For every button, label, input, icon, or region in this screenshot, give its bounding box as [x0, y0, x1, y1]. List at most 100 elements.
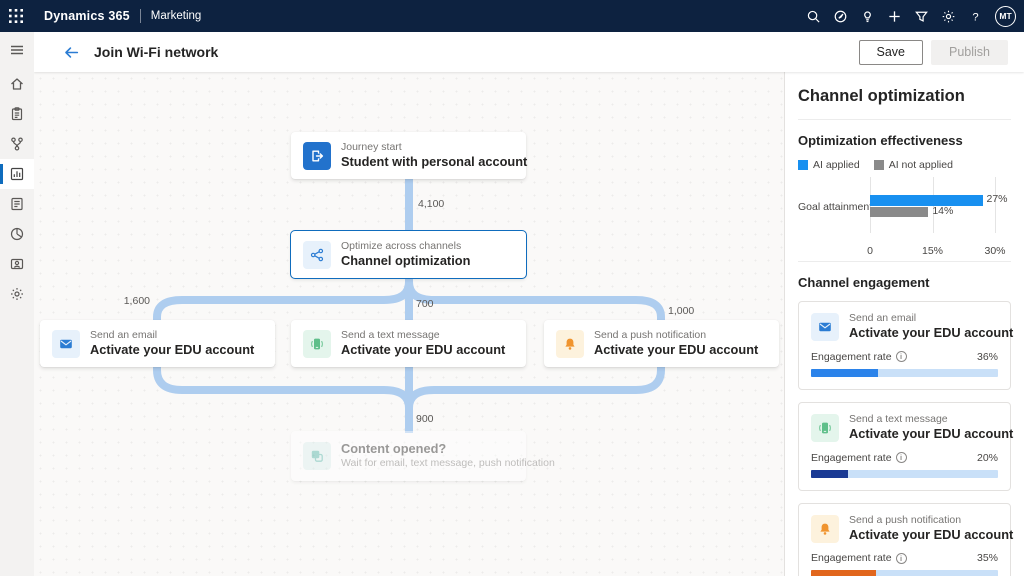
filter-icon[interactable]: [908, 0, 935, 32]
legend-item-ai-applied: AI applied: [798, 159, 860, 171]
compass-icon[interactable]: [827, 0, 854, 32]
node-subtitle: Wait for email, text message, push notif…: [341, 457, 514, 470]
nav-divider: [140, 9, 141, 23]
bar-ai-not-applied: [870, 207, 928, 217]
progress-track: [811, 369, 998, 377]
metric-value: 36%: [977, 351, 998, 363]
wait-condition-icon: [303, 442, 331, 470]
sidebar-item-home[interactable]: [0, 69, 34, 99]
card-kind: Send a text message: [849, 413, 998, 426]
axis-tick: 15%: [922, 245, 943, 257]
node-send-push-notification[interactable]: Send a push notification Activate your E…: [544, 320, 779, 367]
node-title: Activate your EDU account: [594, 342, 758, 358]
info-icon[interactable]: i: [896, 351, 907, 362]
email-icon: [52, 330, 80, 358]
sidebar-item-journeys[interactable]: [0, 129, 34, 159]
card-kind: Send an email: [849, 312, 998, 325]
chart-plot-area: 27% 14% 0 15% 30%: [870, 177, 995, 233]
node-kind: Journey start: [341, 141, 514, 154]
axis-tick: 0: [867, 245, 873, 257]
panel-divider: [798, 261, 1011, 262]
metric-value: 35%: [977, 552, 998, 564]
help-icon[interactable]: ?: [962, 0, 989, 32]
text-message-icon: [303, 330, 331, 358]
legend-label: AI applied: [813, 159, 860, 171]
bar-value-label: 27%: [987, 193, 1008, 205]
journey-header: Join Wi-Fi network Save Publish: [34, 32, 1024, 72]
search-icon[interactable]: [800, 0, 827, 32]
engagement-card-sms[interactable]: Send a text message Activate your EDU ac…: [798, 402, 1011, 491]
optimize-channels-icon: [303, 241, 331, 269]
card-title: Activate your EDU account: [849, 426, 998, 442]
engagement-heading: Channel engagement: [798, 275, 1011, 290]
text-message-icon: [811, 414, 839, 442]
legend-label: AI not applied: [889, 159, 953, 171]
axis-tick: 30%: [984, 245, 1005, 257]
engagement-card-push[interactable]: Send a push notification Activate your E…: [798, 503, 1011, 576]
node-channel-optimization[interactable]: Optimize across channels Channel optimiz…: [291, 231, 526, 278]
progress-fill: [811, 570, 876, 576]
waffle-icon[interactable]: [0, 0, 32, 32]
add-icon[interactable]: [881, 0, 908, 32]
card-title: Activate your EDU account: [849, 527, 998, 543]
top-navigation: Dynamics 365 Marketing: [0, 0, 1024, 32]
edge-label-sms: 700: [416, 298, 434, 310]
node-title: Content opened?: [341, 441, 514, 457]
node-kind: Send a push notification: [594, 329, 758, 342]
legend-item-ai-not-applied: AI not applied: [874, 159, 953, 171]
sidebar-item-contacts[interactable]: [0, 249, 34, 279]
sidebar: [0, 32, 34, 576]
metric-label: Engagement rate: [811, 552, 892, 564]
edge-label-email: 1,600: [92, 295, 150, 307]
menu-icon[interactable]: [0, 35, 34, 65]
node-content-opened[interactable]: Content opened? Wait for email, text mes…: [291, 431, 526, 481]
node-kind: Optimize across channels: [341, 240, 470, 253]
panel-divider: [798, 119, 1011, 120]
push-notification-icon: [556, 330, 584, 358]
lightbulb-icon[interactable]: [854, 0, 881, 32]
edge-label-wait: 900: [416, 413, 434, 425]
journey-canvas[interactable]: 4,100 1,600 700 1,000 900 Journey start …: [34, 72, 784, 576]
sidebar-item-settings[interactable]: [0, 279, 34, 309]
settings-gear-icon[interactable]: [935, 0, 962, 32]
node-title: Activate your EDU account: [341, 342, 505, 358]
metric-value: 20%: [977, 452, 998, 464]
node-title: Activate your EDU account: [90, 342, 254, 358]
user-avatar[interactable]: MT: [995, 6, 1016, 27]
gridline: [995, 177, 996, 233]
node-title: Channel optimization: [341, 253, 470, 269]
edge-label-start: 4,100: [418, 198, 444, 210]
email-icon: [811, 313, 839, 341]
area-switcher[interactable]: Marketing: [151, 10, 202, 22]
node-title: Student with personal account: [341, 154, 514, 170]
engagement-card-email[interactable]: Send an email Activate your EDU account …: [798, 301, 1011, 390]
node-send-email[interactable]: Send an email Activate your EDU account: [40, 320, 275, 367]
sidebar-item-tasks[interactable]: [0, 99, 34, 129]
channel-optimization-panel: Channel optimization Optimization effect…: [784, 72, 1024, 576]
card-kind: Send a push notification: [849, 514, 998, 527]
app-title[interactable]: Dynamics 365: [44, 9, 130, 23]
bar-value-label: 14%: [932, 205, 953, 217]
publish-button[interactable]: Publish: [931, 40, 1008, 65]
chart-legend: AI applied AI not applied: [798, 159, 1011, 171]
node-kind: Send a text message: [341, 329, 505, 342]
info-icon[interactable]: i: [896, 553, 907, 564]
sidebar-item-segments[interactable]: [0, 219, 34, 249]
progress-track: [811, 470, 998, 478]
svg-text:?: ?: [972, 11, 978, 23]
legend-swatch-gray: [874, 160, 884, 170]
progress-track: [811, 570, 998, 576]
metric-label: Engagement rate: [811, 351, 892, 363]
effectiveness-heading: Optimization effectiveness: [798, 133, 1011, 148]
progress-fill: [811, 470, 848, 478]
node-journey-start[interactable]: Journey start Student with personal acco…: [291, 132, 526, 179]
node-send-text-message[interactable]: Send a text message Activate your EDU ac…: [291, 320, 526, 367]
legend-swatch-blue: [798, 160, 808, 170]
back-arrow-icon[interactable]: [60, 41, 82, 63]
panel-title: Channel optimization: [798, 87, 1011, 106]
sidebar-item-analytics[interactable]: [0, 159, 34, 189]
info-icon[interactable]: i: [896, 452, 907, 463]
push-notification-icon: [811, 515, 839, 543]
sidebar-item-forms[interactable]: [0, 189, 34, 219]
save-button[interactable]: Save: [859, 40, 924, 65]
